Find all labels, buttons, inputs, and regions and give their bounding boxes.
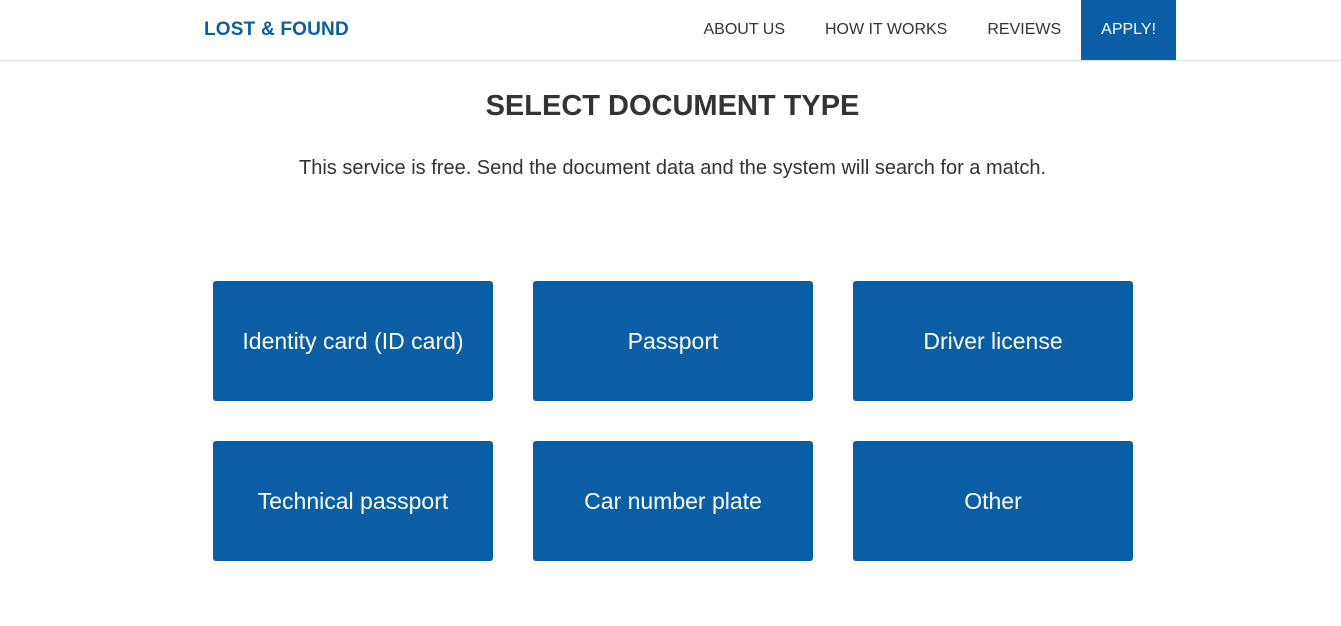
document-type-driver-license-button[interactable]: Driver license bbox=[853, 281, 1133, 401]
page-title: SELECT DOCUMENT TYPE bbox=[485, 90, 860, 122]
document-type-grid: Identity card (ID card) Passport Driver … bbox=[213, 281, 1133, 561]
document-type-car-number-plate-button[interactable]: Car number plate bbox=[533, 441, 813, 561]
nav-apply-button[interactable]: APPLY! bbox=[1081, 0, 1176, 60]
site-logo[interactable]: LOST & FOUND bbox=[204, 19, 349, 41]
document-type-id-card-button[interactable]: Identity card (ID card) bbox=[213, 281, 493, 401]
document-type-technical-passport-button[interactable]: Technical passport bbox=[213, 441, 493, 561]
main-nav: ABOUT US HOW IT WORKS REVIEWS APPLY! bbox=[683, 0, 1176, 60]
nav-reviews[interactable]: REVIEWS bbox=[967, 0, 1081, 60]
document-type-passport-button[interactable]: Passport bbox=[533, 281, 813, 401]
page-subtitle: This service is free. Send the document … bbox=[298, 157, 1046, 179]
document-type-other-button[interactable]: Other bbox=[853, 441, 1133, 561]
nav-how-it-works[interactable]: HOW IT WORKS bbox=[805, 0, 967, 60]
nav-about-us[interactable]: ABOUT US bbox=[683, 0, 805, 60]
top-navbar: LOST & FOUND ABOUT US HOW IT WORKS REVIE… bbox=[0, 0, 1341, 61]
